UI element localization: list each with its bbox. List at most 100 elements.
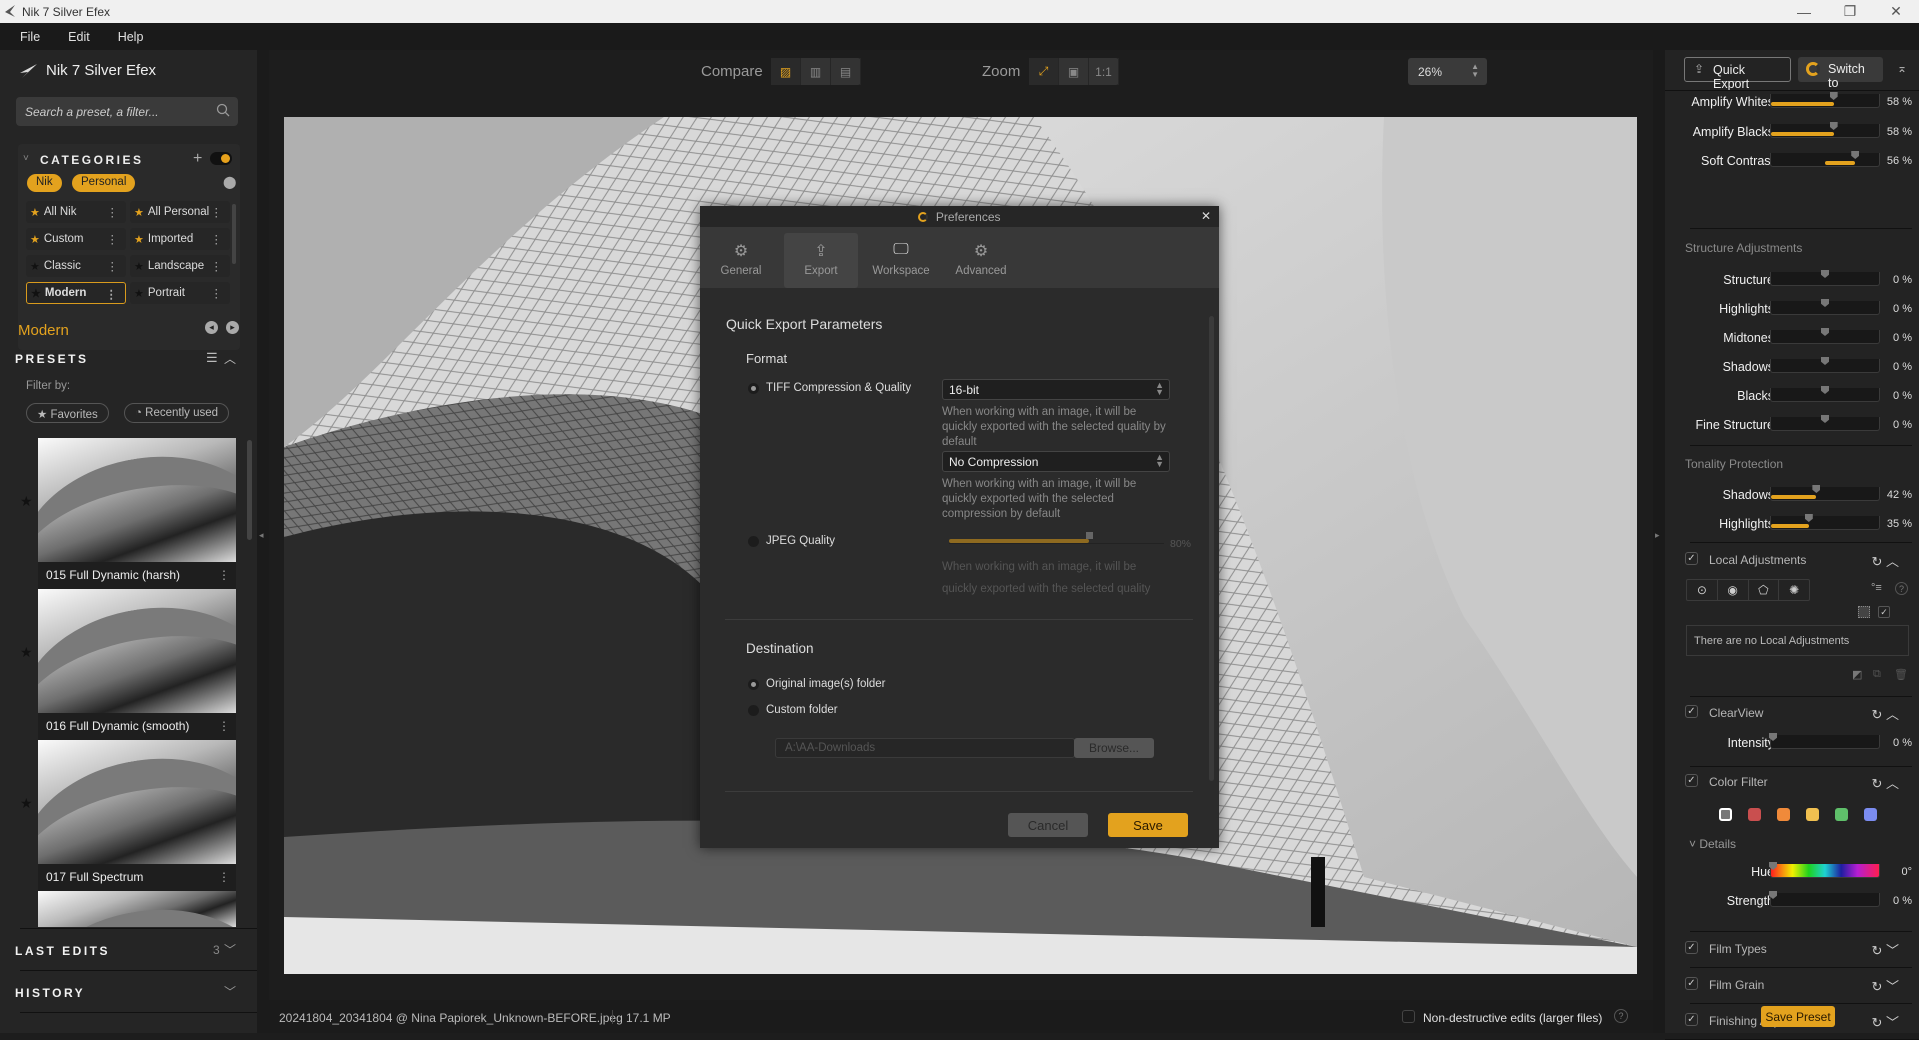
- help-icon[interactable]: ?: [1614, 1009, 1628, 1023]
- compare-single-button[interactable]: ▨: [771, 58, 801, 85]
- forward-icon[interactable]: ▸: [226, 321, 239, 334]
- minimize-button[interactable]: —: [1781, 0, 1827, 23]
- cancel-button[interactable]: Cancel: [1008, 813, 1088, 837]
- film-grain-header[interactable]: ✓ Film Grain ↻ ﹀: [1685, 975, 1907, 997]
- slider-track[interactable]: [1770, 386, 1880, 402]
- jpeg-radio[interactable]: [748, 536, 759, 547]
- radial-icon[interactable]: ◉: [1718, 580, 1749, 600]
- slider-structure[interactable]: Structure 0 %: [1665, 270, 1919, 292]
- slider-track[interactable]: [1770, 514, 1880, 530]
- collapse-all-icon[interactable]: ⌅: [1897, 61, 1907, 75]
- dialog-close-button[interactable]: ✕: [1201, 209, 1211, 223]
- slider-handle[interactable]: [1851, 151, 1860, 159]
- slider-handle[interactable]: [1812, 485, 1821, 493]
- chevron-down-icon[interactable]: ﹀: [224, 941, 236, 958]
- slider-hue[interactable]: Hue 0°: [1665, 862, 1919, 884]
- last-edits-title[interactable]: LAST EDITS: [15, 944, 110, 958]
- presets-scrollbar[interactable]: [247, 440, 252, 540]
- more-icon[interactable]: ⋮: [218, 568, 230, 582]
- slider-shadows[interactable]: Shadows 42 %: [1665, 485, 1919, 507]
- hue-track[interactable]: [1769, 862, 1880, 878]
- local-adjustments-checkbox[interactable]: ✓: [1685, 552, 1698, 565]
- more-icon[interactable]: ⋮: [218, 719, 230, 733]
- slider-track[interactable]: [1770, 151, 1880, 167]
- chevron-down-icon[interactable]: ﹀: [224, 983, 236, 1000]
- slider-track[interactable]: [1770, 299, 1880, 315]
- collapse-presets-icon[interactable]: ︿: [224, 350, 236, 367]
- clearview-checkbox[interactable]: ✓: [1685, 705, 1698, 718]
- more-icon[interactable]: ⋮: [218, 870, 230, 884]
- tiff-quality-select[interactable]: 16-bit ▲ ▼: [942, 379, 1170, 400]
- preset-thumbnail[interactable]: [38, 589, 236, 713]
- zoom-fit-button[interactable]: ⤢: [1029, 58, 1059, 85]
- collapse-left-icon[interactable]: ◂: [259, 530, 264, 541]
- slider-handle[interactable]: [1769, 733, 1777, 741]
- slider-track[interactable]: [1769, 733, 1880, 749]
- tab-workspace[interactable]: 🖵 Workspace: [864, 233, 938, 288]
- categories-scrollbar[interactable]: [232, 204, 236, 264]
- slider-handle[interactable]: [1804, 514, 1813, 522]
- slider-shadows[interactable]: Shadows 0 %: [1665, 357, 1919, 379]
- local-adjustments-header[interactable]: ✓ Local Adjustments ↻ ︿: [1685, 550, 1907, 572]
- filter-recent-chip[interactable]: ◔ Recently used: [124, 403, 230, 423]
- film-types-header[interactable]: ✓ Film Types ↻ ﹀: [1685, 939, 1907, 961]
- custom-folder-input[interactable]: A:\AA-Downloads: [775, 738, 1075, 758]
- dest-original-radio[interactable]: [748, 679, 759, 690]
- slider-handle[interactable]: [1821, 357, 1829, 365]
- reset-collapse-icons[interactable]: ↻ ︿: [1871, 704, 1899, 723]
- reset-expand-icons[interactable]: ↻ ﹀: [1871, 976, 1899, 995]
- show-points-checkbox[interactable]: ✓: [1878, 606, 1890, 618]
- reset-collapse-icons[interactable]: ↻ ︿: [1871, 551, 1899, 570]
- slider-track[interactable]: [1770, 122, 1880, 138]
- add-category-icon[interactable]: +: [193, 150, 202, 168]
- slider-handle[interactable]: [1821, 270, 1829, 278]
- browse-button[interactable]: Browse...: [1074, 738, 1154, 758]
- slider-track[interactable]: [1769, 891, 1880, 907]
- reset-expand-icons[interactable]: ↻ ﹀: [1871, 1012, 1899, 1031]
- back-icon[interactable]: ◂: [205, 321, 218, 334]
- tiff-radio[interactable]: [748, 383, 759, 394]
- color-filter-header[interactable]: ✓ Color Filter ↻ ︿: [1685, 772, 1907, 794]
- category-modern[interactable]: ★ Modern ⋮: [26, 282, 126, 304]
- slider-amplify-blacks[interactable]: Amplify Blacks 58 %: [1665, 122, 1919, 144]
- slider-intensity[interactable]: Intensity 0 %: [1665, 733, 1919, 755]
- more-icon[interactable]: ⋮: [107, 205, 119, 219]
- chevron-down-icon[interactable]: ˅: [23, 153, 29, 164]
- slider-handle[interactable]: [1769, 862, 1777, 870]
- finishing-checkbox[interactable]: ✓: [1685, 1013, 1698, 1026]
- slider-handle[interactable]: [1086, 532, 1093, 539]
- color-swatch[interactable]: [1864, 808, 1877, 821]
- zoom-select[interactable]: 26% ▲ ▼: [1408, 58, 1487, 85]
- close-window-button[interactable]: ✕: [1873, 0, 1919, 23]
- slider-track[interactable]: [1770, 270, 1880, 286]
- save-button[interactable]: Save: [1108, 813, 1188, 837]
- favorite-star-icon[interactable]: ★: [20, 493, 33, 510]
- save-preset-button[interactable]: Save Preset: [1761, 1006, 1835, 1027]
- menu-help[interactable]: Help: [118, 30, 144, 44]
- slider-handle[interactable]: [1829, 122, 1838, 130]
- slider-blacks[interactable]: Blacks 0 %: [1665, 386, 1919, 408]
- category-all-personal[interactable]: ★ All Personal ⋮: [130, 201, 230, 223]
- control-point-icon[interactable]: ⊙: [1687, 580, 1718, 600]
- preset-item[interactable]: 017 Full Spectrum ⋮: [38, 864, 236, 891]
- compare-side-button[interactable]: ▤: [831, 58, 861, 85]
- reset-collapse-icons[interactable]: ↻ ︿: [1871, 773, 1899, 792]
- color-swatch[interactable]: [1719, 808, 1732, 821]
- collection-pill-nik[interactable]: Nik: [27, 174, 62, 192]
- slider-highlights[interactable]: Highlights 35 %: [1665, 514, 1919, 536]
- slider-handle[interactable]: [1769, 891, 1777, 899]
- favorite-star-icon[interactable]: ★: [20, 795, 33, 812]
- slider-strength[interactable]: Strength 0 %: [1665, 891, 1919, 913]
- film-grain-checkbox[interactable]: ✓: [1685, 977, 1698, 990]
- category-custom[interactable]: ★ Custom ⋮: [26, 228, 126, 250]
- favorite-star-icon[interactable]: ★: [20, 644, 33, 661]
- slider-handle[interactable]: [1821, 386, 1829, 394]
- delete-icon[interactable]: 🗑: [1894, 668, 1908, 681]
- nondestructive-checkbox[interactable]: [1402, 1010, 1415, 1023]
- invert-icon[interactable]: ◩: [1852, 668, 1862, 681]
- tab-general[interactable]: ⚙ General: [704, 233, 778, 288]
- help-icon[interactable]: ?: [1895, 582, 1908, 595]
- slider-amplify-whites[interactable]: Amplify Whites 58 %: [1665, 92, 1919, 114]
- slider-track[interactable]: [1770, 357, 1880, 373]
- left-panel-collapse[interactable]: ◂: [257, 50, 269, 1033]
